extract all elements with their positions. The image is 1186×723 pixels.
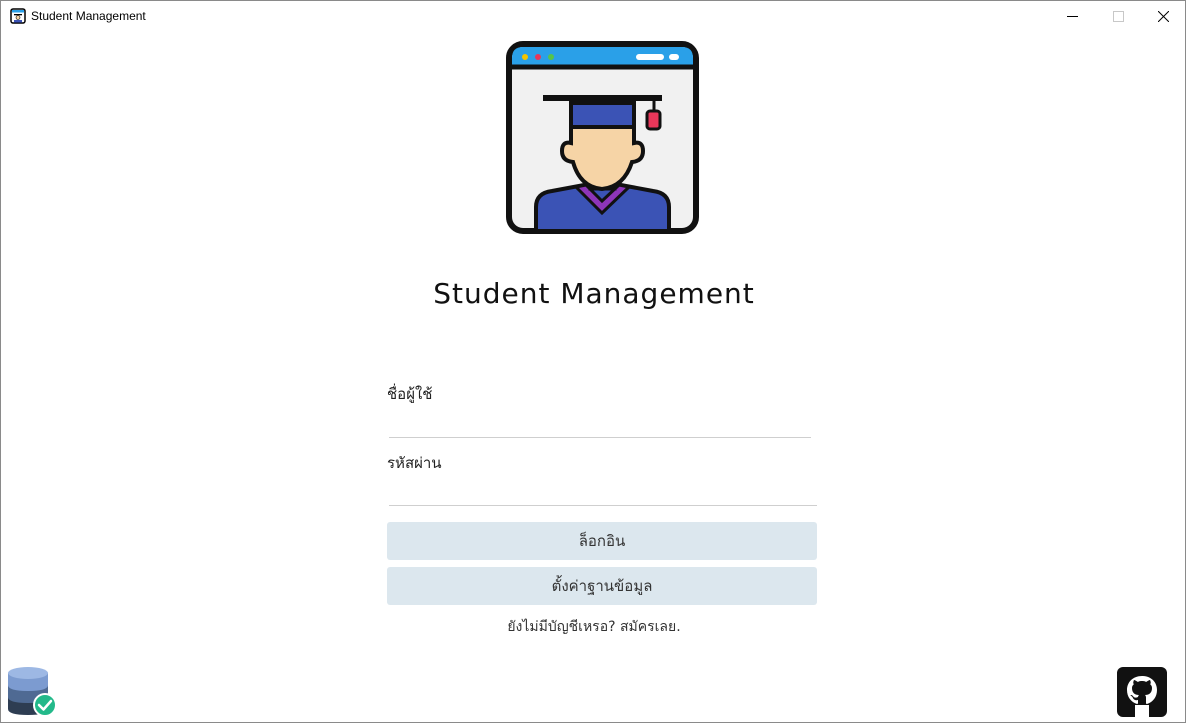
password-label: รหัสผ่าน	[387, 454, 442, 472]
password-input[interactable]	[389, 477, 817, 506]
signup-link[interactable]: ยังไม่มีบัญชีเหรอ? สมัครเลย.	[1, 616, 1186, 638]
title-bar: Student Management	[1, 1, 1185, 32]
github-icon[interactable]	[1117, 667, 1167, 717]
minimize-button[interactable]	[1049, 1, 1095, 32]
window-title: Student Management	[31, 9, 146, 23]
login-button-label: ล็อกอิน	[578, 532, 626, 550]
student-app-icon	[10, 8, 26, 24]
page-title: Student Management	[433, 277, 755, 310]
database-connected-icon[interactable]	[6, 665, 58, 717]
database-settings-button[interactable]: ตั้งค่าฐานข้อมูล	[387, 567, 817, 605]
maximize-button[interactable]	[1095, 1, 1141, 32]
username-label: ชื่อผู้ใช้	[387, 385, 433, 403]
database-settings-label: ตั้งค่าฐานข้อมูล	[551, 577, 653, 595]
maximize-icon	[1112, 11, 1124, 22]
close-icon	[1157, 11, 1169, 22]
student-logo-icon	[506, 41, 699, 234]
login-window: Student Management Student Management ชื…	[0, 0, 1186, 723]
close-button[interactable]	[1140, 1, 1186, 32]
username-input[interactable]	[389, 409, 811, 438]
login-button[interactable]: ล็อกอิน	[387, 522, 817, 560]
minimize-icon	[1066, 16, 1078, 17]
